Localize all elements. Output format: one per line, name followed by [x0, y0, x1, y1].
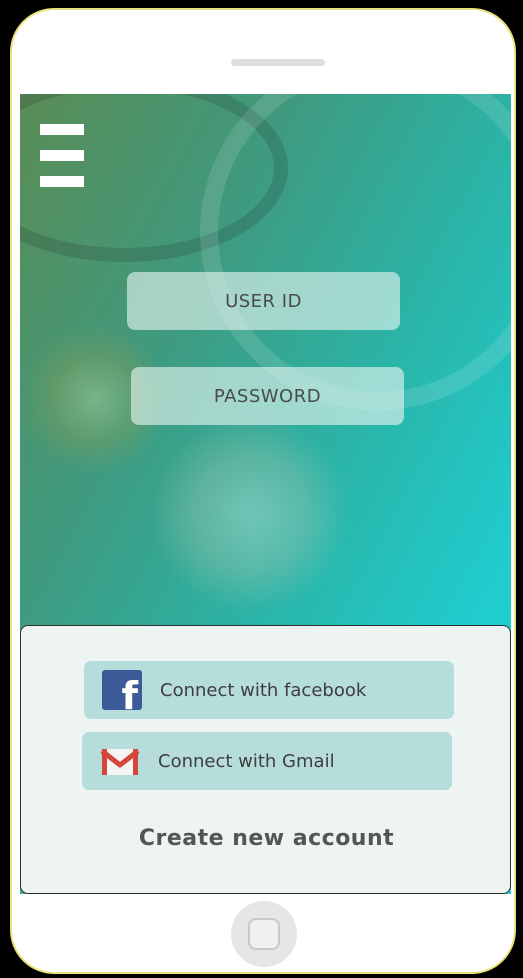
- social-login-panel: f Connect with facebook Connect with Gma…: [20, 625, 511, 894]
- password-field[interactable]: PASSWORD: [131, 367, 404, 425]
- connect-gmail-label: Connect with Gmail: [158, 750, 335, 772]
- user-id-placeholder: USER ID: [225, 290, 302, 312]
- connect-facebook-button[interactable]: f Connect with facebook: [84, 661, 454, 719]
- user-id-field[interactable]: USER ID: [127, 272, 400, 330]
- create-account-link[interactable]: Create new account: [21, 826, 511, 851]
- facebook-icon: f: [102, 670, 142, 710]
- app-screen: USER ID PASSWORD f Connect with facebook…: [20, 94, 511, 894]
- phone-speaker: [231, 59, 325, 66]
- home-button[interactable]: [231, 901, 297, 967]
- gmail-icon: [100, 741, 140, 781]
- connect-gmail-button[interactable]: Connect with Gmail: [82, 732, 452, 790]
- password-placeholder: PASSWORD: [213, 385, 322, 407]
- connect-facebook-label: Connect with facebook: [160, 679, 367, 701]
- hamburger-menu-icon[interactable]: [40, 124, 84, 188]
- home-button-icon: [248, 918, 280, 950]
